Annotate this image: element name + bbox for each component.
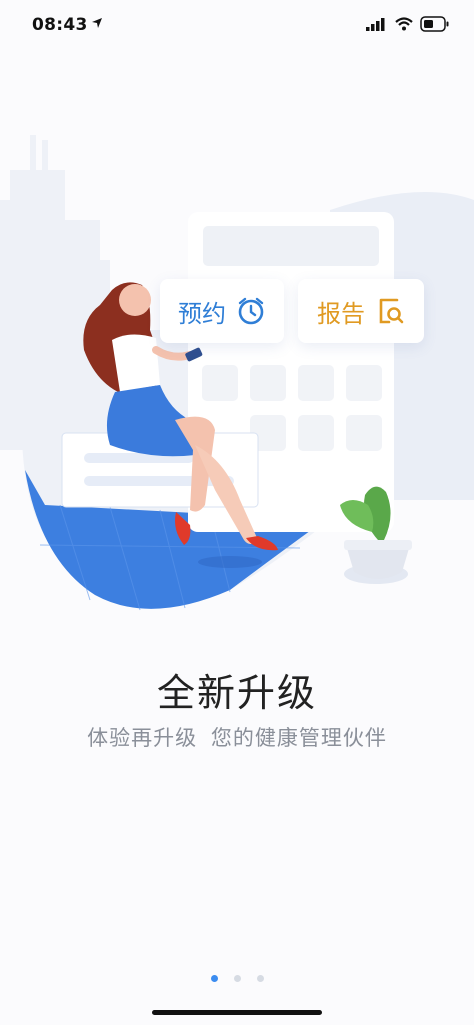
cellular-signal-icon	[366, 18, 385, 31]
booking-label: 预约	[178, 299, 226, 328]
home-indicator[interactable]	[152, 1010, 322, 1015]
booking-chip: 预约	[160, 279, 284, 343]
page-subtitle: 体验再升级 您的健康管理伙伴	[87, 726, 387, 750]
page-indicator	[0, 975, 474, 982]
location-arrow-icon	[92, 18, 102, 28]
page-dot[interactable]	[233, 975, 241, 982]
page-dot[interactable]	[256, 975, 264, 982]
upgrade-illustration	[0, 135, 474, 611]
report-label: 报告	[317, 299, 365, 328]
report-chip: 报告	[298, 279, 424, 343]
page-title: 全新升级	[156, 671, 317, 715]
alarm-clock-icon	[238, 297, 264, 325]
status-time: 08:43	[32, 15, 88, 35]
page-dot-active[interactable]	[210, 975, 218, 982]
report-search-icon	[379, 298, 404, 324]
status-bar: 08:43	[0, 0, 474, 52]
battery-icon	[420, 16, 449, 32]
wifi-icon	[395, 17, 413, 31]
